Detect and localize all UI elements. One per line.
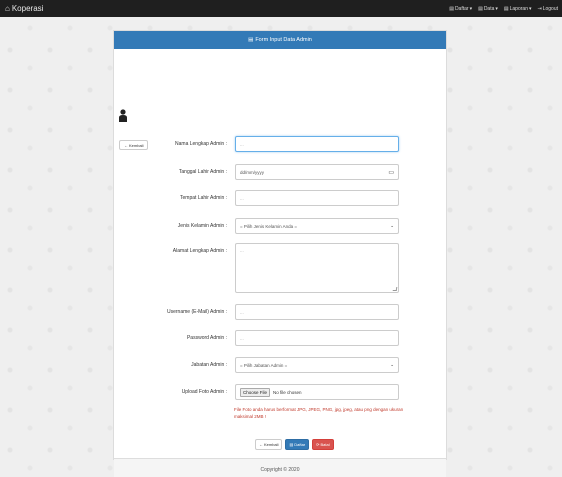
footer: Copyright © 2020 — [114, 458, 446, 477]
caret-down-icon: ▾ — [528, 5, 532, 12]
file-icon: ▤ — [248, 37, 254, 43]
nav-item-logout[interactable]: ⇥ Logout — [538, 6, 559, 12]
label-tgl: Tanggal Lahir Admin : — [178, 169, 227, 175]
brand[interactable]: ⌂ Koperasi — [5, 4, 43, 13]
jabatan-select[interactable]: = Pilih Jabatan Admin = ⌄ — [235, 357, 399, 373]
label-username: Username (E-Mail) Admin : — [166, 309, 227, 315]
nav-item-laporan[interactable]: ▤ Laporan ▾ — [504, 6, 532, 12]
password-input[interactable]: ... — [235, 330, 399, 346]
form-actions: ← Kembali ▤ Daftar ⟳ Batal — [255, 439, 334, 450]
jabatan-value: = Pilih Jabatan Admin = — [240, 362, 288, 368]
reset-button[interactable]: ⟳ Batal — [312, 439, 334, 450]
form-panel: ▤ Form Input Data Admin ← Kembali Nama L… — [113, 30, 447, 477]
alamat-textarea[interactable]: ... — [235, 243, 399, 293]
user-icon — [119, 109, 127, 122]
panel-header: ▤ Form Input Data Admin — [114, 31, 446, 49]
nama-input[interactable]: ... — [235, 136, 399, 152]
nama-placeholder: ... — [240, 141, 244, 147]
tempat-input[interactable]: ... — [235, 190, 399, 206]
username-input[interactable]: ... — [235, 304, 399, 320]
nav-item-label: Logout — [542, 5, 558, 12]
caret-down-icon: ▾ — [495, 5, 498, 12]
back-button[interactable]: ← Kembali — [255, 439, 283, 450]
label-tempat: Tempat Lahir Admin : — [180, 195, 227, 201]
brand-label: Koperasi — [11, 4, 44, 13]
chevron-down-icon: ⌄ — [390, 223, 394, 228]
foto-file-input[interactable]: Choose File No file chosen — [235, 384, 399, 400]
label-jabatan: Jabatan Admin : — [191, 362, 227, 368]
caret-down-icon: ▾ — [469, 5, 473, 12]
alamat-placeholder: ... — [240, 248, 244, 253]
reset-button-label: Batal — [320, 442, 330, 447]
jk-select[interactable]: = Pilih Jenis Kelamin Anda = ⌄ — [235, 218, 399, 234]
nav-menu: ▤ Daftar ▾ ▤ Data ▾ ▤ Laporan ▾ ⇥ Logout — [449, 6, 558, 12]
arrow-left-icon: ← — [124, 142, 128, 148]
file-icon: ▤ — [503, 5, 509, 12]
foto-note: File Foto anda harus berformat JPG, JPEG… — [234, 407, 404, 419]
tgl-input[interactable]: dd/mm/yyyy ▭ — [235, 164, 399, 180]
nav-item-daftar[interactable]: ▤ Daftar ▾ — [449, 6, 472, 12]
tgl-value: dd/mm/yyyy — [240, 169, 265, 175]
jk-value: = Pilih Jenis Kelamin Anda = — [240, 223, 298, 229]
label-alamat: Alamat Lengkap Admin : — [172, 248, 227, 254]
save-icon: ▤ — [289, 442, 294, 447]
panel-title: Form Input Data Admin — [255, 37, 312, 43]
username-placeholder: ... — [240, 309, 244, 315]
top-navbar: ⌂ Koperasi ▤ Daftar ▾ ▤ Data ▾ ▤ Laporan… — [0, 0, 562, 17]
label-foto: Upload Foto Admin : — [181, 389, 227, 395]
resize-handle-icon[interactable] — [392, 287, 398, 291]
password-placeholder: ... — [240, 335, 244, 341]
logout-icon: ⇥ — [537, 5, 542, 12]
file-icon: ▤ — [449, 5, 454, 12]
nav-item-data[interactable]: ▤ Data ▾ — [478, 6, 498, 12]
calendar-icon[interactable]: ▭ — [388, 169, 394, 176]
home-icon: ⌂ — [5, 4, 10, 13]
back-button-top[interactable]: ← Kembali — [119, 140, 149, 150]
submit-button[interactable]: ▤ Daftar — [285, 439, 310, 450]
nav-item-label: Data — [483, 5, 495, 12]
label-password: Password Admin : — [186, 335, 227, 341]
file-icon: ▤ — [478, 5, 483, 12]
chevron-down-icon: ⌄ — [390, 362, 394, 367]
copyright-text: Copyright © 2020 — [260, 466, 300, 473]
submit-button-label: Daftar — [294, 442, 306, 447]
nav-item-label: Laporan — [509, 5, 528, 12]
label-jk: Jenis Kelamin Admin : — [177, 223, 227, 229]
back-button-label: Kembali — [264, 442, 279, 447]
file-status: No file chosen — [273, 389, 302, 395]
refresh-icon: ⟳ — [316, 442, 320, 447]
nav-item-label: Daftar — [454, 5, 469, 12]
back-label: Kembali — [129, 142, 144, 148]
choose-file-button[interactable]: Choose File — [240, 387, 271, 397]
tempat-placeholder: ... — [240, 195, 244, 201]
label-nama: Nama Lengkap Admin : — [175, 141, 227, 147]
arrow-left-icon: ← — [259, 442, 263, 447]
